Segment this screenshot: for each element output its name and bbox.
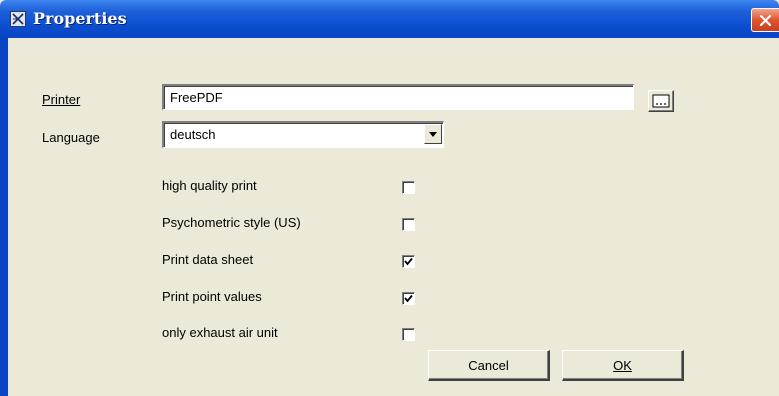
properties-dialog: Properties Printer FreePDF Language deut…: [0, 0, 779, 396]
language-label-text: Language: [42, 130, 100, 145]
window-left-border: [0, 38, 8, 396]
title-bar[interactable]: Properties: [0, 0, 779, 38]
printer-label: Printer: [42, 92, 80, 107]
browse-printer-button[interactable]: [648, 90, 674, 112]
close-icon: [759, 14, 772, 27]
option-label-high-quality: high quality print: [162, 178, 257, 193]
option-label-exhaust-air: only exhaust air unit: [162, 325, 278, 340]
language-value: deutsch: [170, 127, 216, 142]
option-label-point-values: Print point values: [162, 289, 262, 304]
checkbox-high-quality[interactable]: [402, 181, 415, 194]
option-label-data-sheet: Print data sheet: [162, 252, 254, 267]
option-label-psychometric: Psychometric style (US): [162, 215, 301, 230]
chevron-down-icon: [429, 132, 437, 137]
language-dropdown-button[interactable]: [424, 124, 442, 144]
ok-button[interactable]: OK: [562, 350, 684, 381]
checkmark-icon: [404, 257, 413, 266]
window-title: Properties: [33, 9, 127, 28]
language-select[interactable]: deutsch: [162, 121, 444, 148]
ok-button-label: OK: [613, 358, 632, 373]
cancel-button[interactable]: Cancel: [428, 350, 550, 381]
checkbox-psychometric[interactable]: [402, 218, 415, 231]
checkbox-point-values[interactable]: [402, 292, 415, 305]
checkmark-icon: [404, 294, 413, 303]
printer-value: FreePDF: [170, 90, 223, 105]
printer-field[interactable]: FreePDF: [162, 84, 634, 110]
printer-label-text: Printer: [42, 92, 81, 107]
checkbox-data-sheet[interactable]: [402, 255, 415, 268]
checkbox-exhaust-air[interactable]: [402, 328, 415, 341]
browse-icon: [652, 94, 670, 108]
close-button[interactable]: [751, 8, 779, 32]
language-label: Language: [42, 130, 100, 145]
app-document-icon: [10, 11, 26, 27]
